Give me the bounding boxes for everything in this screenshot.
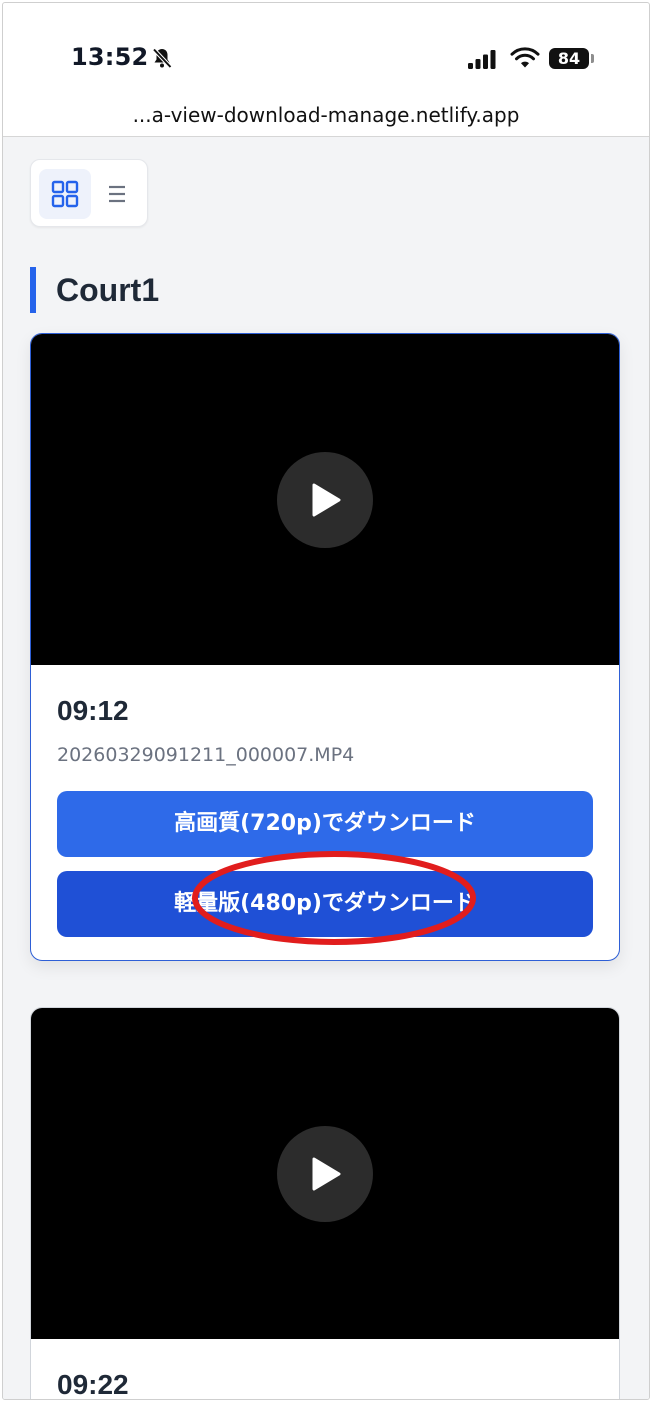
- url-bar[interactable]: ...a-view-download-manage.netlify.app: [3, 103, 649, 127]
- video-player[interactable]: [31, 1008, 619, 1339]
- video-card: 09:12 20260329091211_000007.MP4 高画質(720p…: [30, 333, 620, 961]
- video-card: 09:22: [30, 1007, 620, 1399]
- view-toggle: [30, 159, 148, 227]
- list-view-icon: [109, 185, 125, 203]
- battery-icon: 84: [549, 48, 589, 69]
- battery-cap: [591, 54, 594, 63]
- battery-level: 84: [557, 49, 581, 68]
- card-body: 09:22: [31, 1367, 619, 1399]
- video-player[interactable]: [31, 334, 619, 665]
- page-content: Court1 09:12 20260329091211_000007.MP4 高…: [3, 137, 649, 1399]
- clip-time: 09:12: [57, 695, 129, 726]
- download-480p-button[interactable]: 軽量版(480p)でダウンロード: [57, 871, 593, 937]
- play-button[interactable]: [277, 1126, 373, 1222]
- play-icon: [312, 1157, 341, 1191]
- status-time: 13:52: [71, 43, 149, 71]
- clip-time: 09:22: [57, 1369, 129, 1399]
- wifi-icon: [510, 47, 540, 68]
- cellular-signal-icon: [468, 50, 496, 69]
- phone-screen: 13:52 84 ...a-view-download-manage.netli…: [2, 2, 650, 1400]
- section-title: Court1: [30, 267, 159, 313]
- download-720p-button[interactable]: 高画質(720p)でダウンロード: [57, 791, 593, 857]
- play-icon: [312, 483, 341, 517]
- card-body: 09:12 20260329091211_000007.MP4 高画質(720p…: [31, 693, 619, 937]
- grid-view-icon: [51, 180, 79, 208]
- play-button[interactable]: [277, 452, 373, 548]
- bell-slash-icon: [152, 48, 172, 69]
- list-view-button[interactable]: [91, 169, 143, 219]
- status-bar: 13:52 84 ...a-view-download-manage.netli…: [3, 3, 649, 137]
- grid-view-button[interactable]: [39, 169, 91, 219]
- clip-filename: 20260329091211_000007.MP4: [57, 744, 355, 766]
